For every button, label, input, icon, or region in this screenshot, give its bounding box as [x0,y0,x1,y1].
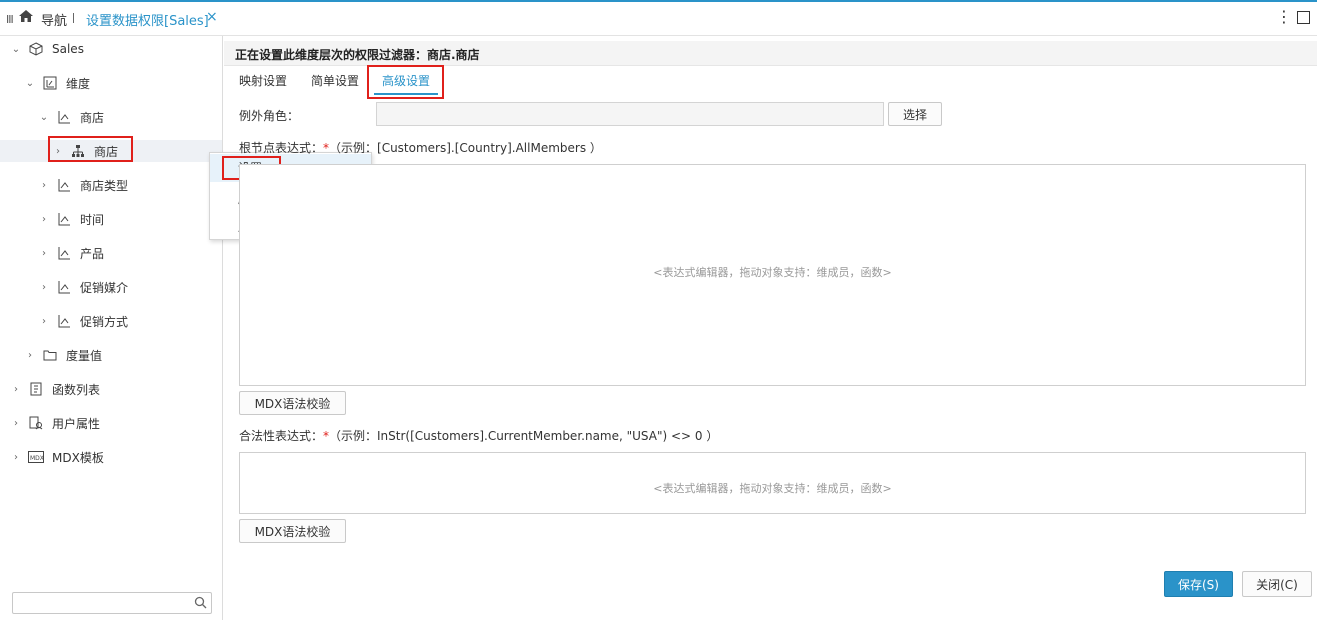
function-list-icon [28,381,44,397]
root-expr-editor[interactable]: <表达式编辑器，拖动对象支持：维成员，函数> [239,164,1306,386]
panel-header: 正在设置此维度层次的权限过滤器：商店.商店 [224,41,1317,66]
tree-item-promo-media[interactable]: › 促销媒介 [38,276,128,298]
maximize-icon[interactable] [1297,11,1310,24]
hierarchy-icon [56,211,72,227]
more-vertical-icon[interactable]: ⋮ [1276,7,1292,26]
tree-label: 时间 [80,212,105,227]
tree-item-dimensions[interactable]: ⌄ 维度 [24,72,90,94]
highlight-box [367,65,444,99]
chevron-right-icon[interactable]: › [38,214,50,225]
hierarchy-icon [56,313,72,329]
tree-label: 促销媒介 [80,280,129,295]
chevron-right-icon[interactable]: › [10,452,22,463]
menu-icon[interactable]: III [6,13,14,26]
hierarchy-icon [56,279,72,295]
title-bar: III 导航 设置数据权限[Sales] × ⋮ [0,0,1317,36]
tree-item-measures[interactable]: › 度量值 [24,344,102,366]
select-button[interactable]: 选择 [888,102,942,126]
mdx-check-button[interactable]: MDX语法校验 [239,391,346,415]
tree-label: 度量值 [66,348,103,363]
chevron-down-icon[interactable]: ⌄ [38,112,50,123]
tree-item-product[interactable]: › 产品 [38,242,104,264]
chevron-right-icon[interactable]: › [24,350,36,361]
tree-item-user-attrs[interactable]: › 用户属性 [10,412,100,434]
tree-label: 函数列表 [52,382,101,397]
divider [73,13,74,23]
tree-label: 维度 [66,76,91,91]
root-expr-example: （示例：[Customers].[Country].AllMembers ） [329,141,602,155]
exception-role-input[interactable] [376,102,884,126]
tree-item-store-type[interactable]: › 商店类型 [38,174,128,196]
tree-item-promo-method[interactable]: › 促销方式 [38,310,128,332]
tab-mapping[interactable]: 映射设置 [239,72,287,89]
mdx-check-button[interactable]: MDX语法校验 [239,519,346,543]
tree-label: 促销方式 [80,314,129,329]
hierarchy-icon [56,177,72,193]
exception-role-label: 例外角色： [239,109,300,123]
svg-text:MDX: MDX [30,455,44,462]
tree-search-input[interactable] [12,592,212,614]
tree-item-store[interactable]: ⌄ 商店 [38,106,104,128]
tree-label: 用户属性 [52,416,101,431]
home-icon[interactable] [18,9,34,26]
root-expr-label-text: 根节点表达式： [239,141,324,155]
tree-label: MDX模板 [52,450,104,465]
close-tab-icon[interactable]: × [206,9,218,25]
editor-placeholder: <表达式编辑器，拖动对象支持：维成员，函数> [653,266,892,279]
dimension-folder-icon [42,75,58,91]
tree-label: 商店类型 [80,178,129,193]
chevron-right-icon[interactable]: › [38,282,50,293]
hierarchy-icon [56,109,72,125]
tree-item-mdx-templates[interactable]: › MDX MDX模板 [10,446,104,468]
save-button[interactable]: 保存(S) [1164,571,1233,597]
panel-title: 正在设置此维度层次的权限过滤器：商店.商店 [235,48,480,62]
tab-simple[interactable]: 简单设置 [311,72,359,89]
hierarchy-icon [56,245,72,261]
editor-placeholder: <表达式编辑器，拖动对象支持：维成员，函数> [653,482,892,495]
folder-icon [42,347,58,363]
user-attribute-icon [28,415,44,431]
tree-label: 商店 [80,110,105,125]
sidebar-tree: ⌄ Sales ⌄ 维度 ⌄ 商店 › 商店 › 商店类型 › 时间 › 产品 … [0,36,223,620]
highlight-box [48,136,133,162]
tree-item-sales[interactable]: ⌄ Sales [10,38,84,60]
nav-label[interactable]: 导航 [41,10,67,29]
tree-label: Sales [52,42,84,56]
valid-expr-example: （示例：InStr([Customers].CurrentMember.name… [329,429,719,443]
chevron-right-icon[interactable]: › [38,180,50,191]
chevron-right-icon[interactable]: › [38,248,50,259]
tree-item-function-list[interactable]: › 函数列表 [10,378,100,400]
mdx-template-icon: MDX [28,449,44,465]
tree-label: 产品 [80,246,105,261]
search-icon[interactable] [194,596,207,612]
chevron-right-icon[interactable]: › [38,316,50,327]
chevron-right-icon[interactable]: › [10,418,22,429]
valid-expr-label: 合法性表达式：*（示例：InStr([Customers].CurrentMem… [239,427,718,444]
tab-title[interactable]: 设置数据权限[Sales] [86,10,209,29]
chevron-down-icon[interactable]: ⌄ [24,78,36,89]
chevron-down-icon[interactable]: ⌄ [10,44,22,55]
root-expr-label: 根节点表达式：*（示例：[Customers].[Country].AllMem… [239,139,602,156]
valid-expr-editor[interactable]: <表达式编辑器，拖动对象支持：维成员，函数> [239,452,1306,514]
tree-item-time[interactable]: › 时间 [38,208,104,230]
valid-expr-label-text: 合法性表达式： [239,429,324,443]
main-panel: 正在设置此维度层次的权限过滤器：商店.商店 映射设置 简单设置 高级设置 例外角… [224,36,1317,620]
cube-icon [28,41,44,57]
chevron-right-icon[interactable]: › [10,384,22,395]
close-button[interactable]: 关闭(C) [1242,571,1312,597]
